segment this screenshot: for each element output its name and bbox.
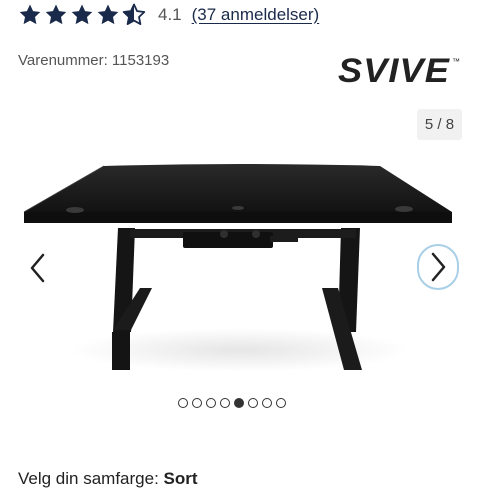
previous-image-button[interactable] <box>18 244 58 292</box>
carousel-dot[interactable] <box>248 398 258 408</box>
rating-score: 4.1 <box>158 5 182 24</box>
carousel-dot[interactable] <box>276 398 286 408</box>
sku-number: Varenummer: 1153193 <box>18 52 170 69</box>
carousel-dot[interactable] <box>178 398 188 408</box>
star-rating <box>18 3 146 27</box>
color-label-text: Velg din samfarge: <box>18 469 159 488</box>
product-image[interactable] <box>0 150 480 385</box>
carousel-dots <box>178 398 286 408</box>
star-full-icon <box>97 4 119 25</box>
star-full-icon <box>19 4 41 25</box>
image-counter: 5 / 8 <box>417 109 462 140</box>
carousel-dot[interactable] <box>234 398 244 408</box>
brand-logo: SVIVE ™ <box>338 52 464 91</box>
carousel-dot[interactable] <box>192 398 202 408</box>
reviews-link[interactable]: (37 anmeldelser) <box>192 5 320 25</box>
rating-summary: 4.1 (37 anmeldelser) <box>18 2 319 28</box>
brand-trademark: ™ <box>452 57 460 66</box>
brand-wordmark: SVIVE <box>338 54 450 86</box>
carousel-dot[interactable] <box>262 398 272 408</box>
color-selector-label: Velg din samfarge: Sort <box>18 469 198 489</box>
color-value: Sort <box>163 469 198 488</box>
next-image-button[interactable] <box>417 244 459 290</box>
star-full-icon <box>71 4 93 25</box>
carousel-dot[interactable] <box>206 398 216 408</box>
star-half-icon <box>122 3 146 25</box>
star-full-icon <box>45 4 67 25</box>
chevron-left-icon <box>30 253 45 283</box>
chevron-right-icon <box>431 252 446 282</box>
carousel-dot[interactable] <box>220 398 230 408</box>
